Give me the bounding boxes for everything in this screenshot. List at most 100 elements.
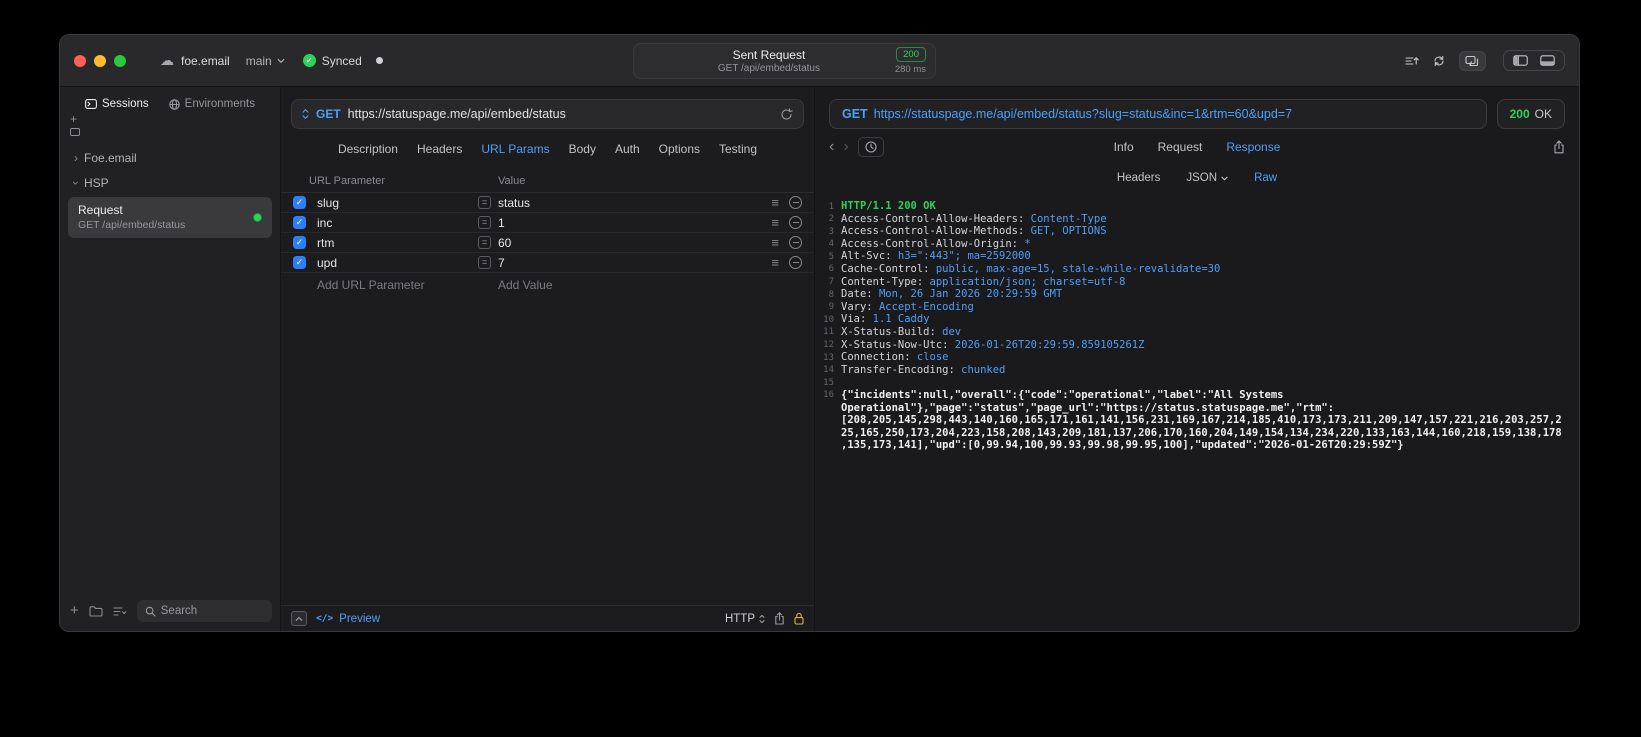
tab-sessions[interactable]: Sessions <box>85 98 149 110</box>
column-header-value: Value <box>498 175 526 187</box>
response-format-dropdown[interactable]: JSON <box>1186 172 1228 184</box>
ssl-lock-icon[interactable] <box>794 612 804 625</box>
tab-request[interactable]: Request <box>1158 140 1203 154</box>
tab-environments-label: Environments <box>184 98 255 110</box>
response-raw-view[interactable]: 1 HTTP/1.1 200 OK 2 Access-Control-Allow-He… <box>815 191 1579 631</box>
sidebar-tabs: Sessions Environments <box>60 87 280 121</box>
toggle-sidebar-icon[interactable] <box>1513 55 1528 66</box>
sync-status: ✓ Synced <box>302 54 362 68</box>
app-window: ☁ foe.email main ✓ Synced Sent Request G… <box>59 34 1580 632</box>
request-url-input[interactable]: https://statuspage.me/api/embed/status <box>348 107 773 121</box>
param-enabled-checkbox[interactable]: ✓ <box>293 256 306 269</box>
history-clock-icon[interactable] <box>857 137 884 157</box>
response-status-text: OK <box>1534 107 1552 121</box>
reorder-handle-icon[interactable]: ≡ <box>771 235 779 250</box>
param-value[interactable]: 60 <box>498 236 771 250</box>
remove-param-button[interactable] <box>789 216 802 229</box>
history-back-button[interactable]: ‹ <box>829 139 834 155</box>
sidebar-mini-actions: + <box>70 113 80 136</box>
tab-headers[interactable]: Headers <box>417 142 462 156</box>
minimize-window-button[interactable] <box>94 54 106 67</box>
param-value[interactable]: status <box>498 196 771 210</box>
response-status-pill: 200 OK <box>1496 99 1565 129</box>
sent-request-url[interactable]: GET https://statuspage.me/api/embed/stat… <box>829 99 1487 129</box>
request-method[interactable]: GET <box>316 107 341 121</box>
tree-group-label: HSP <box>84 175 109 190</box>
close-window-button[interactable] <box>74 54 86 67</box>
reorder-handle-icon[interactable]: ≡ <box>771 215 779 230</box>
share-request-icon[interactable] <box>774 612 785 625</box>
tab-url-params[interactable]: URL Params <box>481 142 549 156</box>
param-name[interactable]: slug <box>317 196 478 210</box>
swap-panels-icon[interactable] <box>1459 50 1486 71</box>
response-code-line: 11 X-Status-Build: dev <box>815 326 1579 339</box>
sent-request-summary[interactable]: Sent Request GET /api/embed/status 200 2… <box>633 43 936 79</box>
add-url-parameter-button[interactable]: Add URL Parameter <box>317 278 425 292</box>
tab-info[interactable]: Info <box>1114 140 1134 154</box>
sync-history-icon[interactable] <box>1432 55 1446 67</box>
response-code-line: 16 {"incidents":null,"overall":{"code":"o… <box>815 389 1579 452</box>
param-enabled-checkbox[interactable]: ✓ <box>293 196 306 209</box>
import-export-icon[interactable] <box>1405 55 1419 67</box>
param-name[interactable]: inc <box>317 216 478 230</box>
remove-param-button[interactable] <box>789 196 802 209</box>
tree-group-foe-email[interactable]: › Foe.email <box>60 145 280 170</box>
param-value[interactable]: 1 <box>498 216 771 230</box>
tab-auth[interactable]: Auth <box>615 142 640 156</box>
response-code-line: 12 X-Status-Now-Utc: 2026-01-26T20:29:59.… <box>815 339 1579 352</box>
export-response-icon[interactable] <box>1553 140 1565 154</box>
new-folder-icon[interactable] <box>89 605 103 617</box>
line-number: 1 <box>828 201 834 212</box>
response-top-bar: GET https://statuspage.me/api/embed/stat… <box>829 99 1565 129</box>
tab-testing[interactable]: Testing <box>719 142 757 156</box>
synced-check-icon: ✓ <box>302 54 316 67</box>
method-stepper-icon[interactable] <box>302 108 309 120</box>
terminal-icon <box>85 99 97 109</box>
tab-environments[interactable]: Environments <box>168 98 255 110</box>
resend-request-icon[interactable] <box>780 107 793 121</box>
reorder-handle-icon[interactable]: ≡ <box>771 195 779 210</box>
subtab-headers[interactable]: Headers <box>1117 172 1160 184</box>
titlebar: ☁ foe.email main ✓ Synced Sent Request G… <box>60 35 1579 87</box>
line-number: 7 <box>828 277 834 288</box>
line-number: 6 <box>828 264 834 275</box>
history-forward-button[interactable]: › <box>843 139 848 155</box>
unsaved-changes-dot <box>375 57 383 64</box>
tab-response[interactable]: Response <box>1226 140 1280 154</box>
tree-group-hsp[interactable]: › HSP <box>60 170 280 195</box>
search-input[interactable]: Search <box>136 600 272 622</box>
remove-param-button[interactable] <box>789 256 802 269</box>
tab-options[interactable]: Options <box>659 142 700 156</box>
param-name[interactable]: upd <box>317 256 478 270</box>
chevron-right-icon: › <box>74 150 78 165</box>
protocol-selector[interactable]: HTTP <box>725 613 765 625</box>
line-number: 5 <box>828 251 834 262</box>
reorder-handle-icon[interactable]: ≡ <box>771 255 779 270</box>
tab-description[interactable]: Description <box>338 142 398 156</box>
toggle-bottom-panel-icon[interactable] <box>1540 55 1555 66</box>
remove-param-button[interactable] <box>789 236 802 249</box>
branch-selector[interactable]: main <box>246 54 285 68</box>
param-value[interactable]: 7 <box>498 256 771 270</box>
param-enabled-checkbox[interactable]: ✓ <box>293 236 306 249</box>
line-number: 2 <box>828 214 834 225</box>
param-enabled-checkbox[interactable]: ✓ <box>293 216 306 229</box>
sidebar-request-item[interactable]: Request GET /api/embed/status <box>68 197 272 238</box>
response-method: GET <box>842 107 868 121</box>
add-item-button[interactable]: + <box>70 113 80 125</box>
sort-list-icon[interactable] <box>113 606 127 617</box>
equals-icon: = <box>478 236 491 249</box>
param-name[interactable]: rtm <box>317 236 478 250</box>
add-request-button[interactable]: + <box>70 603 79 618</box>
zoom-window-button[interactable] <box>114 54 126 67</box>
tab-body[interactable]: Body <box>569 142 596 156</box>
preview-button[interactable]: Preview <box>339 613 380 625</box>
response-tabs: Info Request Response <box>1114 140 1281 154</box>
line-number: 9 <box>828 302 834 313</box>
response-view-subtabs: Headers JSON Raw <box>815 165 1579 191</box>
request-url-bar[interactable]: GET https://statuspage.me/api/embed/stat… <box>291 99 804 129</box>
add-value-button[interactable]: Add Value <box>498 278 553 292</box>
subtab-raw[interactable]: Raw <box>1254 172 1277 184</box>
toggle-console-icon[interactable] <box>291 611 307 626</box>
collapse-items-button[interactable] <box>70 128 80 136</box>
